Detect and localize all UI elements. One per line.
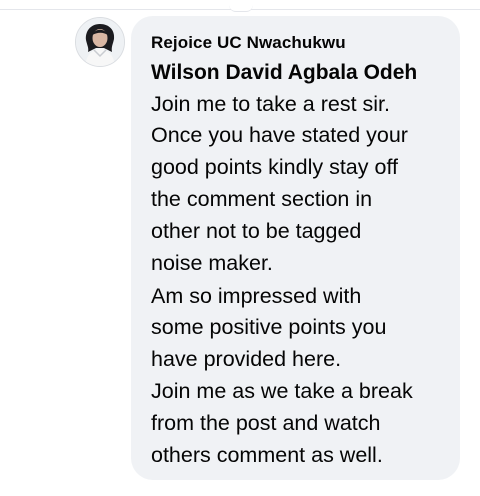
comment-text-line: Am so impressed with <box>151 284 362 308</box>
comment-view: Rejoice UC Nwachukwu Wilson David Agbala… <box>0 0 480 496</box>
comment-text-line: Once you have stated your <box>151 123 408 147</box>
comment-text-line: some positive points you <box>151 315 387 339</box>
divider-notch <box>229 5 253 12</box>
tagged-user-mention[interactable]: Wilson David Agbala Odeh <box>151 60 417 86</box>
avatar[interactable] <box>75 17 125 67</box>
profile-photo-icon <box>76 18 124 66</box>
comment-text-line: other not to be tagged <box>151 219 362 243</box>
comment-text-line: Join me to take a rest sir. <box>151 92 390 116</box>
comment-text-line: the comment section in <box>151 187 373 211</box>
comment-author-name[interactable]: Rejoice UC Nwachukwu <box>151 33 346 53</box>
comment-text-line: have provided here. <box>151 347 342 371</box>
comment-text-line: Join me as we take a break <box>151 379 413 403</box>
comment-text-line: from the post and watch <box>151 411 381 435</box>
comment-text-line: noise maker. <box>151 251 273 275</box>
comment-text-line: others comment as well. <box>151 443 383 467</box>
comment-text-line: good points kindly stay off <box>151 155 399 179</box>
